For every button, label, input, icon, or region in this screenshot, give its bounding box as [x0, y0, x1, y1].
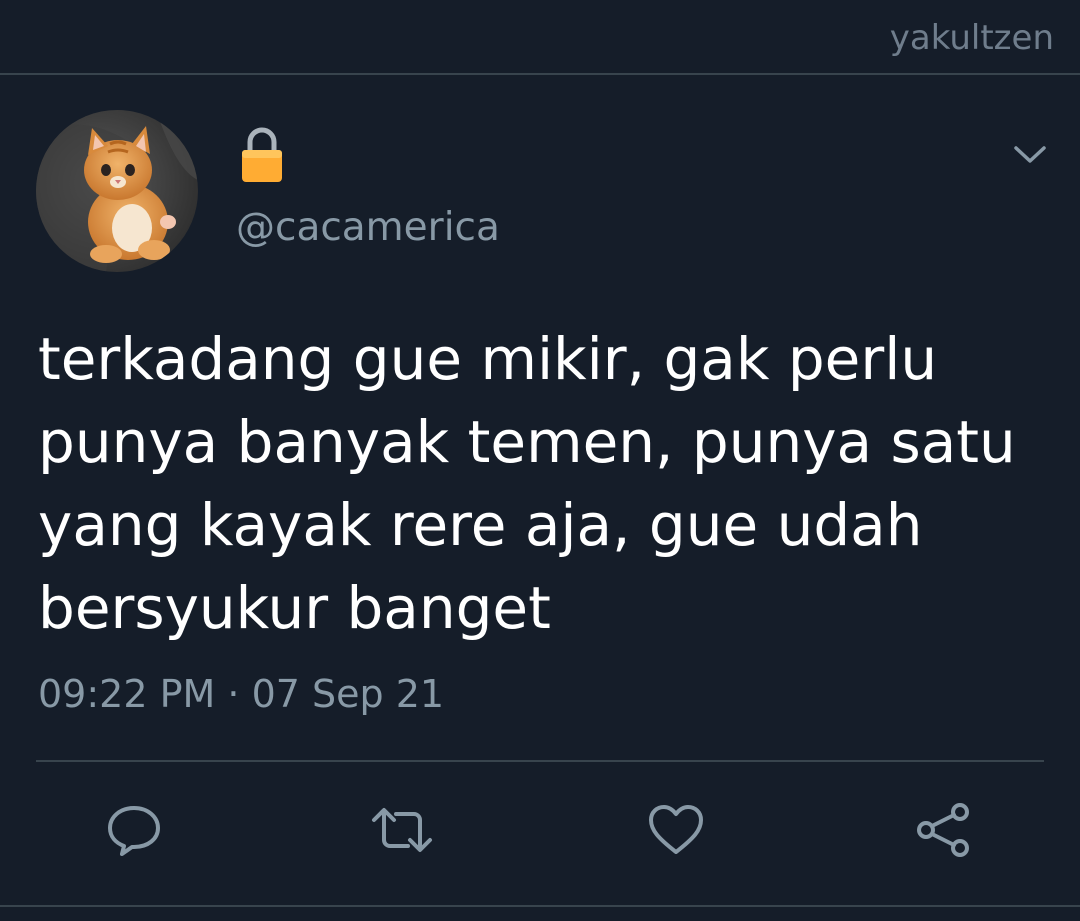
tweet-time: 09:22 PM: [38, 672, 216, 716]
kitten-avatar-image: [36, 110, 198, 272]
chevron-down-icon[interactable]: [1010, 140, 1050, 168]
like-icon: [649, 805, 703, 854]
share-icon: [917, 803, 969, 857]
tweet-text-line: punya banyak temen, punya satu: [38, 408, 1016, 476]
tweet-screen: yakultzen @cacamerica terkadang gue miki…: [0, 0, 1080, 921]
reply-icon: [108, 806, 160, 856]
avatar[interactable]: [36, 110, 198, 272]
reply-button[interactable]: [104, 800, 164, 860]
like-button[interactable]: [646, 800, 706, 860]
tweet-date: 07 Sep 21: [251, 672, 445, 716]
tweet-text-line: yang kayak rere aja, gue udah: [38, 491, 923, 559]
footer-divider: [0, 905, 1080, 907]
share-button[interactable]: [914, 800, 974, 860]
header-username: yakultzen: [889, 18, 1054, 58]
tweet-text: terkadang gue mikir, gak perlu punya ban…: [38, 318, 1038, 650]
header-divider: [0, 73, 1080, 75]
lock-icon: [242, 127, 282, 182]
tweet-text-line: terkadang gue mikir, gak perlu: [38, 325, 938, 393]
user-handle[interactable]: @cacamerica: [236, 205, 500, 250]
tweet-text-line: bersyukur banget: [38, 574, 551, 642]
retweet-icon: [372, 808, 432, 852]
retweet-button[interactable]: [370, 800, 432, 860]
tweet-timestamp[interactable]: 09:22 PM · 07 Sep 21: [38, 672, 444, 716]
actions-divider: [36, 760, 1044, 762]
timestamp-separator: ·: [227, 672, 240, 716]
